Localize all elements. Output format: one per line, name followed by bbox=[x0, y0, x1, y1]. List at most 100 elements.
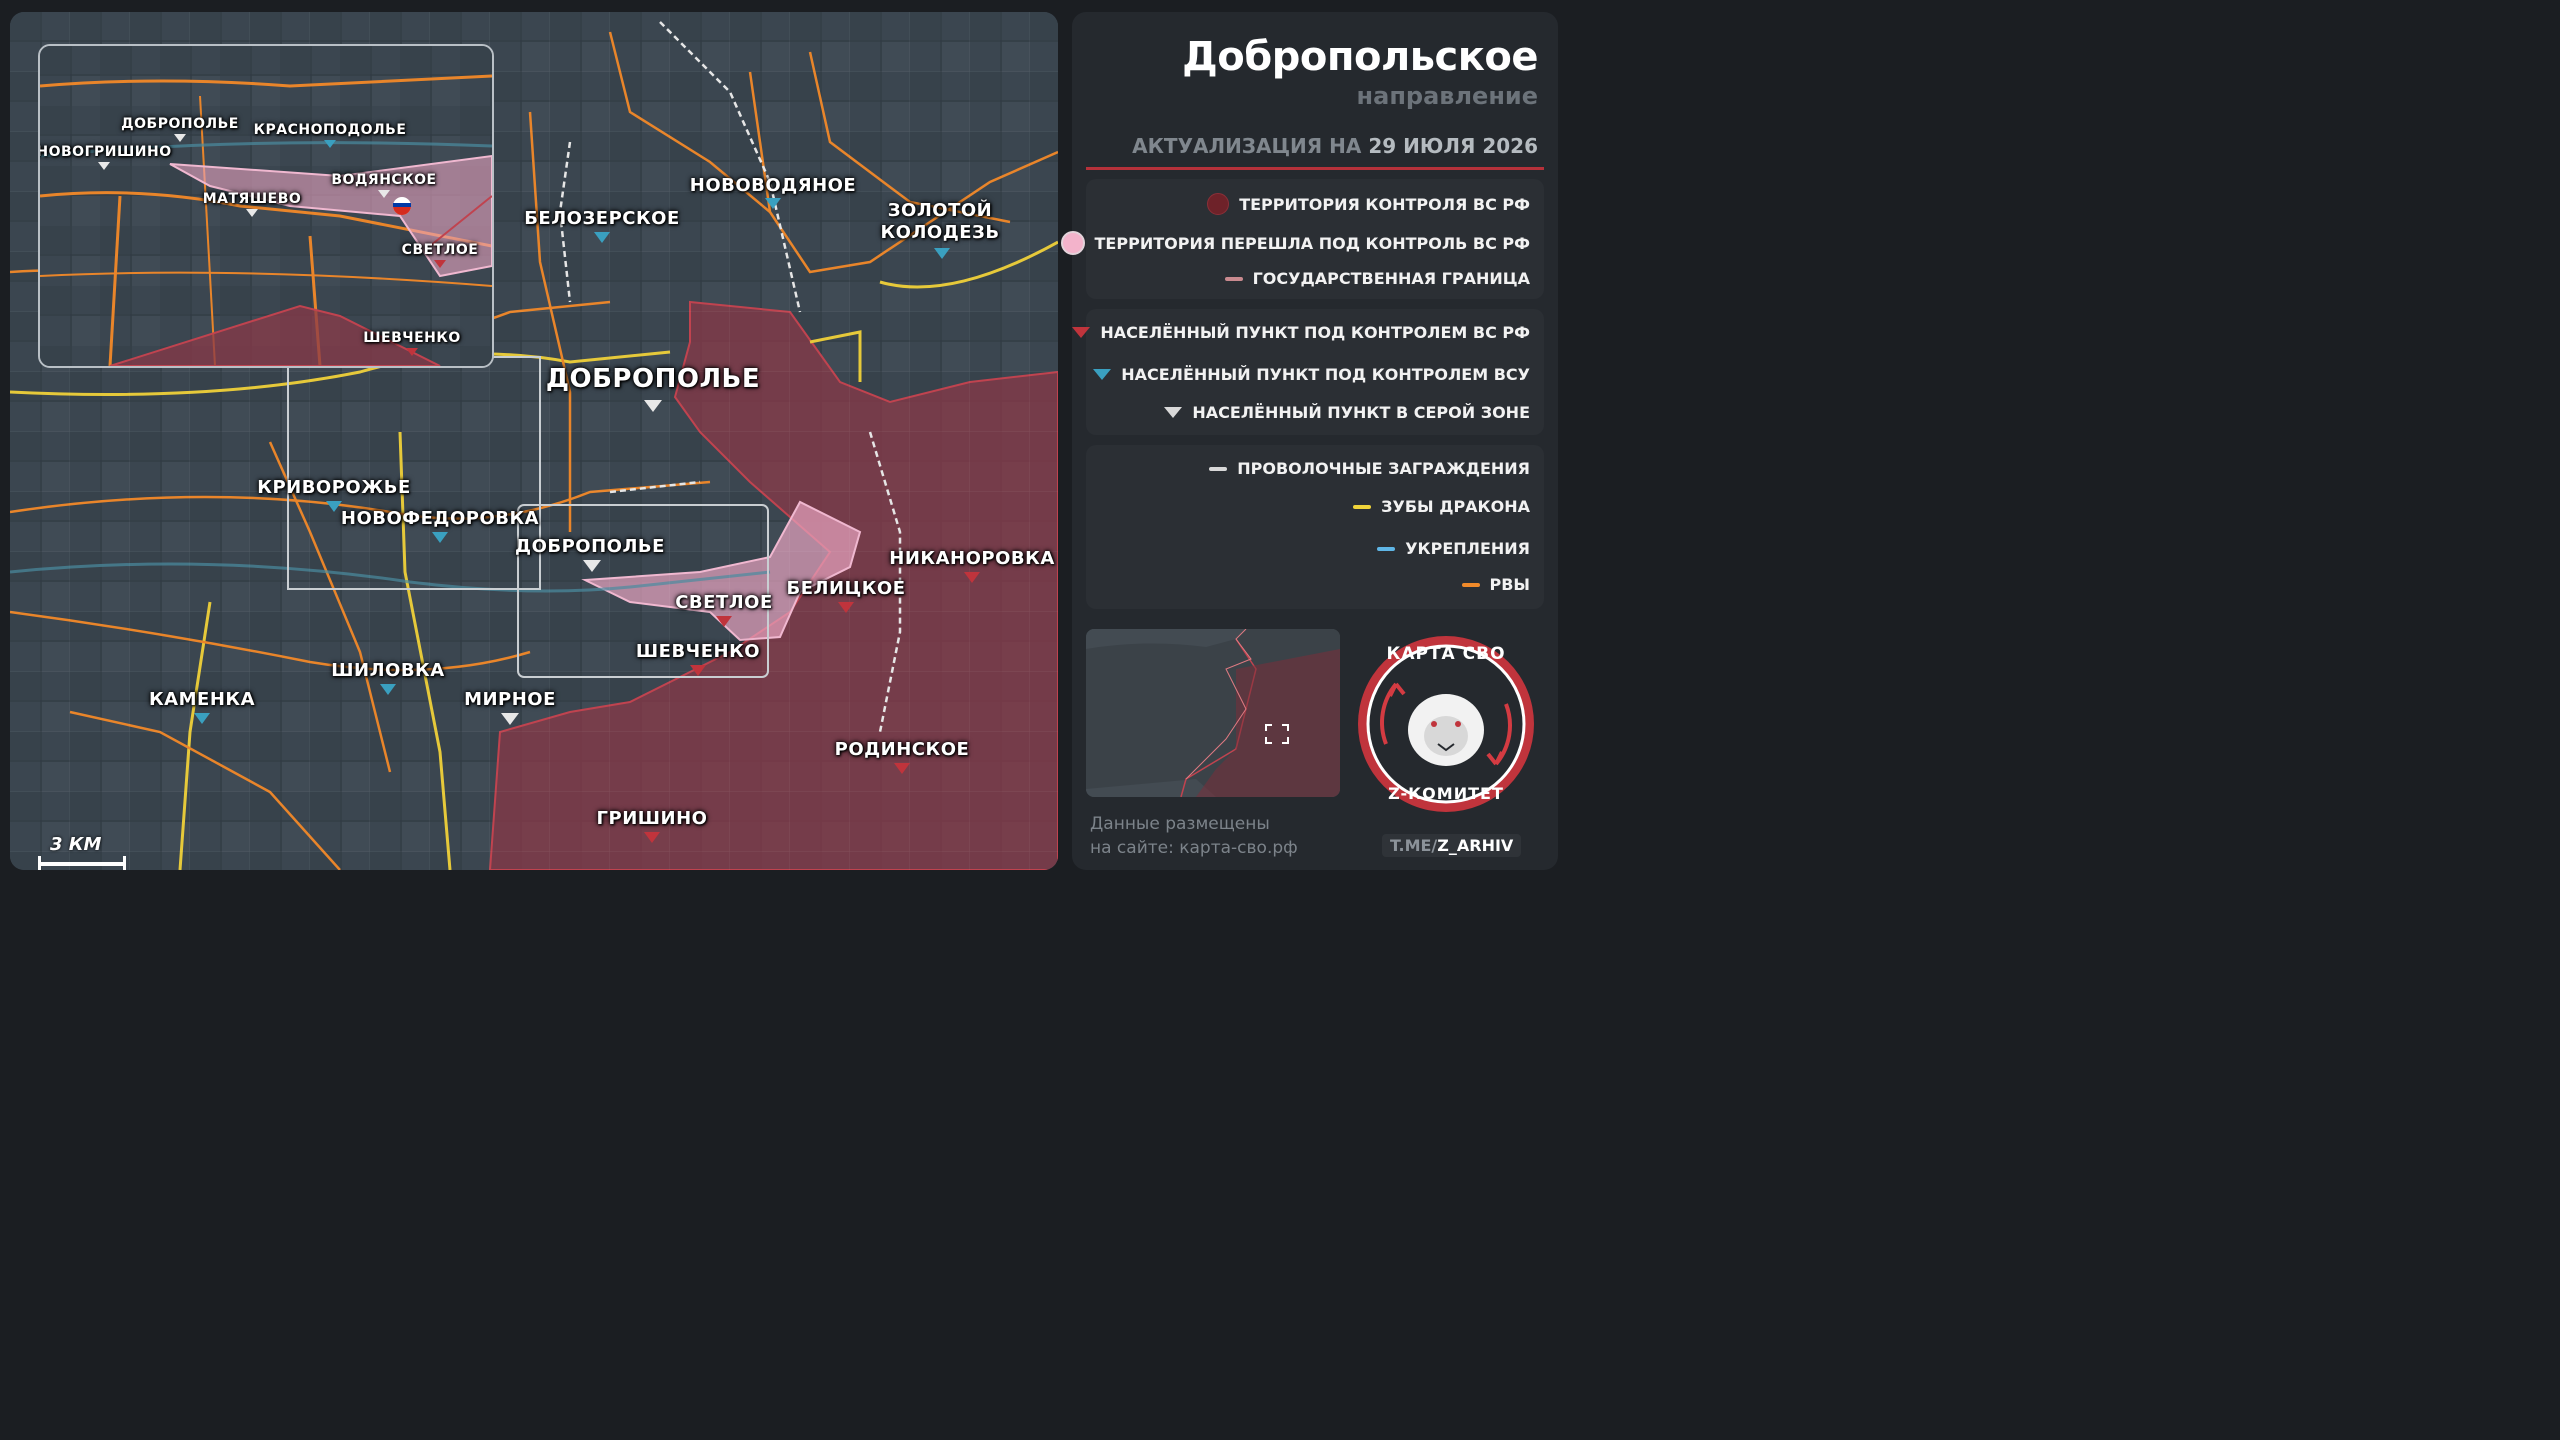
settlement-label: СВЕТЛОЕ bbox=[675, 592, 773, 613]
info-line[interactable]: на сайте: карта-сво.рф bbox=[1090, 836, 1298, 860]
blue-triangle-icon bbox=[1093, 369, 1112, 380]
settlement-red-marker-icon[interactable] bbox=[406, 348, 418, 356]
settlement-red-marker-icon[interactable] bbox=[838, 602, 854, 613]
settlement-label: НИКАНОРОВКА bbox=[889, 548, 1055, 569]
data-info: Данные размещены на сайте: карта-сво.рф bbox=[1090, 812, 1298, 860]
grey-triangle-icon bbox=[1164, 407, 1183, 418]
settlement-blue-marker-icon[interactable] bbox=[934, 248, 950, 259]
legend-item: НАСЕЛЁННЫЙ ПУНКТ ПОД КОНТРОЛЕМ ВСУ bbox=[1093, 365, 1530, 384]
legend-item: ТЕРРИТОРИЯ КОНТРОЛЯ ВС РФ bbox=[1207, 193, 1530, 215]
settlement-label: КОЛОДЕЗЬ bbox=[880, 222, 1000, 243]
legend-item: ЗУБЫ ДРАКОНА bbox=[1353, 497, 1530, 516]
settlement-grey-marker-icon[interactable] bbox=[378, 190, 390, 198]
legend-label: НАСЕЛЁННЫЙ ПУНКТ ПОД КОНТРОЛЕМ ВСУ bbox=[1121, 365, 1530, 384]
update-date-value: 29 ИЮЛЯ 2026 bbox=[1368, 134, 1538, 158]
legend-label: УКРЕПЛЕНИЯ bbox=[1405, 539, 1530, 558]
emblem-top-text: КАРТА СВО bbox=[1386, 644, 1506, 664]
inset-settlement-label: ДОБРОПОЛЬЕ bbox=[121, 116, 239, 132]
settlement-label: НОВОВОДЯНОЕ bbox=[689, 175, 857, 196]
legend-item: ТЕРРИТОРИЯ ПЕРЕШЛА ПОД КОНТРОЛЬ ВС РФ bbox=[1060, 231, 1530, 255]
legend-item: РВЫ bbox=[1461, 575, 1531, 594]
info-line: Данные размещены bbox=[1090, 814, 1270, 834]
legend-item: УКРЕПЛЕНИЯ bbox=[1377, 539, 1530, 558]
settlement-blue-marker-icon[interactable] bbox=[765, 198, 781, 209]
inset-map[interactable]: ДОБРОПОЛЬЕ КРАСНОПОДОЛЬЕ НОВОГРИШИНО ВОД… bbox=[38, 44, 494, 368]
legend-territory: ТЕРРИТОРИЯ КОНТРОЛЯ ВС РФ ТЕРРИТОРИЯ ПЕР… bbox=[1060, 179, 1544, 299]
legend-label: ТЕРРИТОРИЯ ПЕРЕШЛА ПОД КОНТРОЛЬ ВС РФ bbox=[1094, 233, 1530, 253]
legend-label: ПРОВОЛОЧНЫЕ ЗАГРАЖДЕНИЯ bbox=[1237, 459, 1530, 478]
settlement-blue-marker-icon[interactable] bbox=[326, 501, 342, 512]
lion-head-icon bbox=[1408, 694, 1484, 766]
channel-name: Z_ARHIV bbox=[1437, 836, 1514, 855]
channel-prefix: T.ME/ bbox=[1390, 836, 1438, 855]
scale-bar bbox=[38, 856, 126, 870]
red-triangle-icon bbox=[1072, 327, 1091, 338]
settlement-grey-marker-icon[interactable] bbox=[174, 134, 186, 142]
settlement-label: МИРНОЕ bbox=[464, 689, 556, 710]
legend-label: РВЫ bbox=[1489, 575, 1531, 594]
settlement-blue-marker-icon[interactable] bbox=[432, 532, 448, 543]
legend-settlements: НАСЕЛЁННЫЙ ПУНКТ ПОД КОНТРОЛЕМ ВС РФ НАС… bbox=[1072, 309, 1544, 435]
settlement-grey-marker-icon[interactable] bbox=[501, 713, 519, 725]
settlement-red-marker-icon[interactable] bbox=[894, 763, 910, 774]
fortification-line-icon bbox=[1377, 546, 1396, 551]
page-subtitle: направление bbox=[1356, 82, 1538, 110]
emblem-bottom-text: Z-КОМИТЕТ bbox=[1388, 784, 1504, 803]
legend-item: ПРОВОЛОЧНЫЕ ЗАГРАЖДЕНИЯ bbox=[1209, 459, 1530, 478]
settlement-blue-marker-icon[interactable] bbox=[380, 684, 396, 695]
inset-settlement-label: СВЕТЛОЕ bbox=[401, 242, 479, 258]
settlement-label: НОВОФЕДОРОВКА bbox=[340, 508, 540, 529]
inset-settlement-label: НОВОГРИШИНО bbox=[38, 144, 172, 160]
legend-item: ГОСУДАРСТВЕННАЯ ГРАНИЦА bbox=[1224, 269, 1530, 288]
divider bbox=[1086, 167, 1544, 170]
legend-label: НАСЕЛЁННЫЙ ПУНКТ В СЕРОЙ ЗОНЕ bbox=[1192, 403, 1530, 422]
settlement-label: ЗОЛОТОЙ bbox=[887, 200, 993, 221]
border-line-icon bbox=[1224, 276, 1243, 281]
wire-line-icon bbox=[1209, 466, 1228, 471]
settlement-label: ШЕВЧЕНКО bbox=[635, 641, 761, 662]
settlement-red-marker-icon[interactable] bbox=[716, 616, 732, 627]
inset-settlement-label: КРАСНОПОДОЛЬЕ bbox=[253, 122, 407, 138]
legend-item: НАСЕЛЁННЫЙ ПУНКТ ПОД КОНТРОЛЕМ ВС РФ bbox=[1072, 323, 1530, 342]
inset-settlement-label: ВОДЯНСКОЕ bbox=[331, 172, 437, 188]
settlement-blue-marker-icon[interactable] bbox=[324, 140, 336, 148]
settlement-label: БЕЛОЗЕРСКОЕ bbox=[524, 208, 680, 229]
inset-settlement-label: ШЕВЧЕНКО bbox=[363, 330, 461, 346]
settlement-blue-marker-icon[interactable] bbox=[594, 232, 610, 243]
dragon-teeth-line-icon bbox=[1353, 504, 1372, 509]
settlement-label: ШИЛОВКА bbox=[331, 660, 445, 681]
settlement-label: ДОБРОПОЛЬЕ bbox=[545, 364, 761, 394]
legend-panel: Добропольское направление АКТУАЛИЗАЦИЯ Н… bbox=[1060, 12, 1558, 870]
inset-settlement-label: МАТЯШЕВО bbox=[202, 191, 302, 207]
settlement-grey-marker-icon[interactable] bbox=[98, 162, 110, 170]
main-map[interactable]: ДОБРОПОЛЬЕ БЕЛОЗЕРСКОЕ НОВОВОДЯНОЕ ЗОЛОТ… bbox=[10, 12, 1058, 870]
legend-label: НАСЕЛЁННЫЙ ПУНКТ ПОД КОНТРОЛЕМ ВС РФ bbox=[1100, 323, 1530, 342]
page-title: Добропольское bbox=[1182, 34, 1538, 80]
overview-minimap[interactable] bbox=[1086, 629, 1340, 797]
settlement-red-marker-icon[interactable] bbox=[434, 260, 446, 268]
update-prefix: АКТУАЛИЗАЦИЯ НА bbox=[1132, 134, 1362, 158]
settlement-red-marker-icon[interactable] bbox=[690, 665, 706, 676]
settlement-red-marker-icon[interactable] bbox=[964, 572, 980, 583]
settlement-grey-marker-icon[interactable] bbox=[583, 560, 601, 572]
settlement-label: КРИВОРОЖЬЕ bbox=[257, 477, 411, 498]
settlement-label: ДОБРОПОЛЬЕ bbox=[515, 536, 665, 557]
settlement-label: БЕЛИЦКОЕ bbox=[786, 578, 906, 599]
minimap-canvas bbox=[1086, 629, 1340, 797]
legend-label: ТЕРРИТОРИЯ КОНТРОЛЯ ВС РФ bbox=[1239, 194, 1530, 214]
settlement-grey-marker-icon[interactable] bbox=[246, 209, 258, 217]
ditch-line-icon bbox=[1461, 582, 1480, 587]
settlement-label: ГРИШИНО bbox=[596, 808, 708, 829]
legend-label: ЗУБЫ ДРАКОНА bbox=[1381, 497, 1530, 516]
settlement-blue-marker-icon[interactable] bbox=[194, 713, 210, 724]
territory-dot-icon bbox=[1207, 193, 1230, 215]
territory-new-dot-icon bbox=[1060, 231, 1085, 255]
legend-item: НАСЕЛЁННЫЙ ПУНКТ В СЕРОЙ ЗОНЕ bbox=[1164, 403, 1530, 422]
legend-label: ГОСУДАРСТВЕННАЯ ГРАНИЦА bbox=[1252, 269, 1530, 288]
update-date: АКТУАЛИЗАЦИЯ НА 29 ИЮЛЯ 2026 bbox=[1132, 134, 1538, 158]
legend-fortifications: ПРОВОЛОЧНЫЕ ЗАГРАЖДЕНИЯ ЗУБЫ ДРАКОНА УКР… bbox=[1086, 445, 1544, 609]
telegram-channel-link[interactable]: T.ME/Z_ARHIV bbox=[1382, 834, 1522, 857]
settlement-label: КАМЕНКА bbox=[148, 689, 256, 710]
settlement-red-marker-icon[interactable] bbox=[644, 832, 660, 843]
settlement-grey-marker-icon[interactable] bbox=[644, 400, 662, 412]
